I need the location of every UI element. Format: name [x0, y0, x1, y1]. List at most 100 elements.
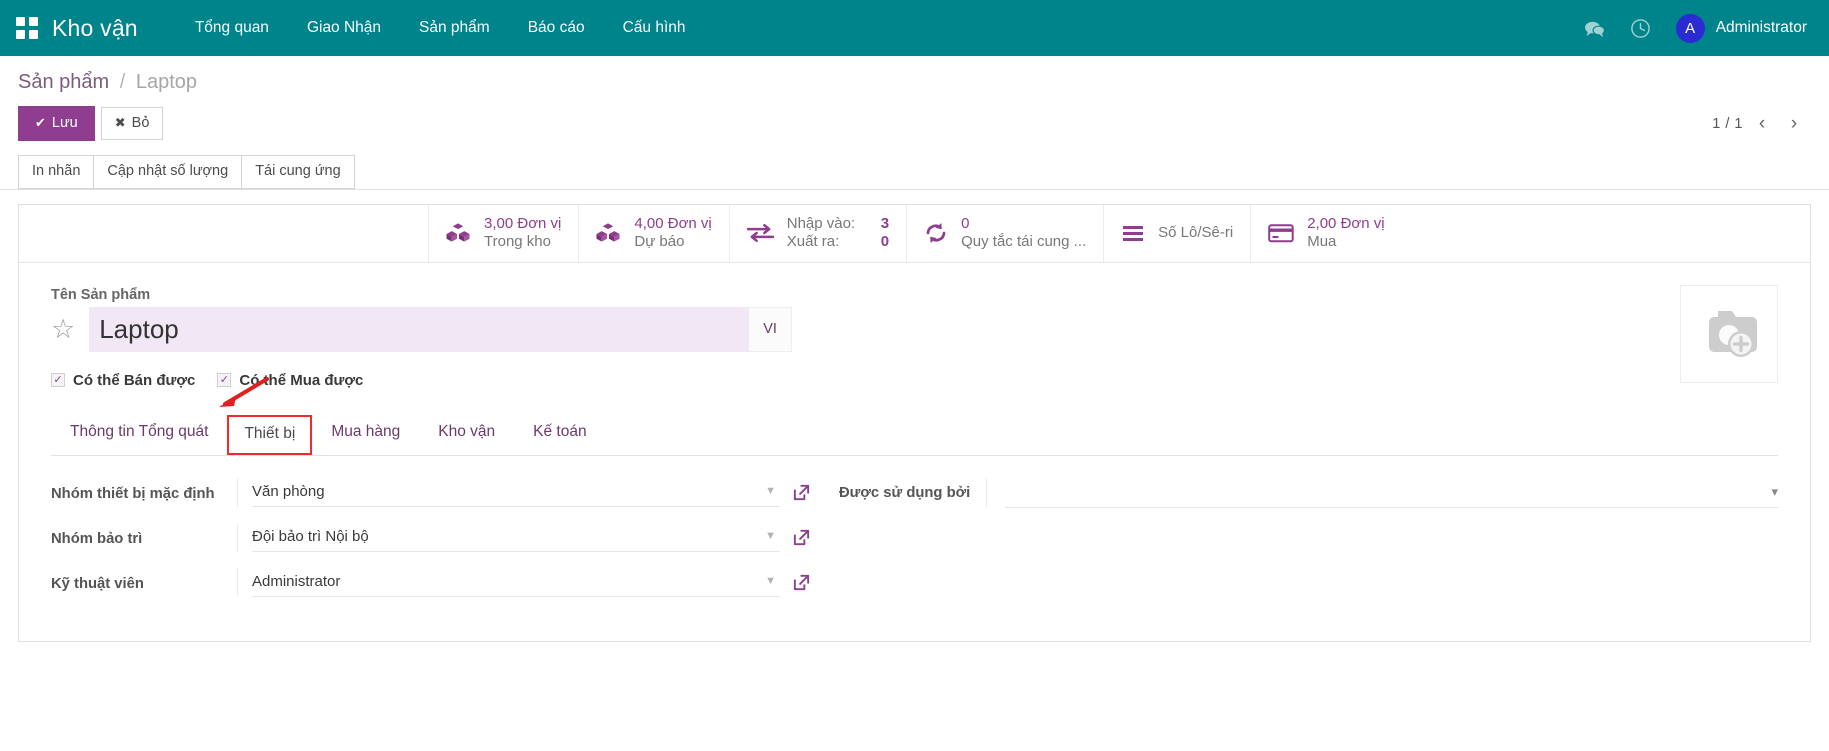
field-label-cell: Được sử dụng bởi: [839, 478, 987, 508]
stat-row-key: Xuất ra:: [787, 233, 872, 251]
stat-row-value: 3: [881, 215, 889, 233]
breadcrumb-root[interactable]: Sản phẩm: [18, 71, 109, 93]
many2one-control[interactable]: Văn phòng ▼: [252, 478, 780, 507]
save-button[interactable]: ✔ Lưu: [18, 106, 95, 141]
stat-row-out: Xuất ra: 0: [787, 233, 889, 251]
product-image-placeholder[interactable]: [1680, 285, 1778, 383]
stat-text: 2,00 Đơn vị Mua: [1307, 215, 1384, 252]
breadcrumb-row: Sản phẩm / Laptop: [18, 70, 1811, 96]
stat-button-in-out[interactable]: Nhập vào: 3 Xuất ra: 0: [730, 205, 907, 262]
field-value-cell: ▾: [1005, 478, 1778, 508]
field-label: Kỹ thuật viên: [51, 568, 237, 595]
tab-thiet-bi[interactable]: Thiết bị: [227, 415, 312, 455]
chevron-left-icon[interactable]: ‹: [1749, 111, 1775, 137]
menu-item-tong-quan[interactable]: Tổng quan: [176, 1, 288, 55]
replenish-button[interactable]: Tái cung ứng: [241, 155, 354, 188]
caret-down-icon[interactable]: ▼: [765, 485, 776, 497]
times-icon: ✖: [115, 115, 126, 130]
tab-thong-tin-tong-quat[interactable]: Thông tin Tổng quát: [51, 411, 227, 455]
field-value-cell: Administrator ▼: [237, 568, 811, 597]
many2one-control[interactable]: Đội bảo trì Nội bộ ▼: [252, 523, 780, 552]
field-label: Nhóm bảo trì: [51, 523, 237, 550]
stat-button-on-hand[interactable]: 3,00 Đơn vị Trong kho: [429, 205, 579, 262]
refresh-icon: [924, 222, 948, 244]
field-value: Văn phòng: [252, 483, 759, 500]
checkbox-label: Có thể Bán được: [73, 372, 195, 389]
stat-row-key: Nhập vào:: [787, 215, 872, 233]
used-by-select[interactable]: ▾: [1005, 478, 1778, 508]
stat-button-reordering-rules[interactable]: 0 Quy tắc tái cung ...: [907, 205, 1104, 262]
breadcrumb: Sản phẩm / Laptop: [18, 70, 197, 96]
discard-button[interactable]: ✖ Bỏ: [101, 107, 164, 140]
credit-card-icon: [1268, 223, 1294, 243]
stat-button-purchased[interactable]: 2,00 Đơn vị Mua: [1251, 205, 1401, 262]
product-name-input[interactable]: [89, 307, 749, 352]
print-label-button[interactable]: In nhãn: [18, 155, 94, 188]
menu-item-giao-nhan[interactable]: Giao Nhận: [288, 1, 400, 55]
chat-bubble-icon[interactable]: [1584, 17, 1606, 39]
app-brand-title[interactable]: Kho vận: [52, 15, 138, 42]
external-link-icon[interactable]: [792, 483, 811, 502]
checkbox-label: Có thể Mua được: [239, 372, 363, 389]
many2one-control[interactable]: Administrator ▼: [252, 568, 780, 597]
menu-item-cau-hinh[interactable]: Cấu hình: [604, 1, 705, 55]
record-pager: 1 / 1 ‹ ›: [1712, 111, 1811, 137]
stat-value: 3,00 Đơn vị: [484, 215, 561, 232]
update-quantity-button[interactable]: Cập nhật số lượng: [93, 155, 242, 188]
field-row-maintenance-team: Nhóm bảo trì Đội bảo trì Nội bộ ▼: [51, 523, 811, 552]
stat-value: 2,00 Đơn vị: [1307, 215, 1384, 232]
stat-label: Dự báo: [634, 233, 684, 250]
external-link-icon[interactable]: [792, 528, 811, 547]
field-row-default-equipment-category: Nhóm thiết bị mặc định Văn phòng ▼: [51, 478, 811, 507]
checkbox-can-be-purchased[interactable]: ✓ Có thể Mua được: [217, 372, 363, 389]
main-menu: Tổng quan Giao Nhận Sản phẩm Báo cáo Cấu…: [176, 1, 705, 55]
caret-down-icon[interactable]: ▼: [765, 530, 776, 542]
menu-item-san-pham[interactable]: Sản phẩm: [400, 1, 509, 55]
caret-down-icon[interactable]: ▼: [765, 575, 776, 587]
field-label: Nhóm thiết bị mặc định: [51, 478, 237, 505]
user-name-label: Administrator: [1716, 19, 1807, 37]
navbar-right-area: A Administrator: [1584, 14, 1807, 43]
check-icon: ✔: [35, 115, 46, 130]
discard-button-label: Bỏ: [132, 115, 150, 131]
breadcrumb-current: Laptop: [136, 71, 197, 93]
language-badge[interactable]: VI: [749, 307, 792, 352]
star-outline-icon[interactable]: ☆: [51, 316, 75, 343]
avatar: A: [1676, 14, 1705, 43]
chevron-right-icon[interactable]: ›: [1781, 111, 1807, 137]
checkbox-checked-icon: ✓: [51, 373, 65, 387]
checkbox-can-be-sold[interactable]: ✓ Có thể Bán được: [51, 372, 195, 389]
stat-text: Số Lô/Sê-ri: [1158, 224, 1233, 242]
save-discard-row: ✔ Lưu ✖ Bỏ 1 / 1 ‹ ›: [18, 106, 1811, 141]
tab-mua-hang[interactable]: Mua hàng: [312, 411, 419, 455]
clock-icon[interactable]: [1630, 17, 1652, 39]
exchange-arrows-icon: [747, 223, 774, 243]
stat-row-value: 0: [881, 233, 889, 251]
stat-button-lot-serial[interactable]: Số Lô/Sê-ri: [1104, 205, 1251, 262]
stat-button-forecasted[interactable]: 4,00 Đơn vị Dự báo: [579, 205, 729, 262]
apps-grid-icon[interactable]: [16, 17, 38, 39]
camera-add-icon: [1694, 302, 1764, 366]
field-value-cell: Đội bảo trì Nội bộ ▼: [237, 523, 811, 552]
external-link-icon[interactable]: [792, 573, 811, 592]
field-row-used-by: Được sử dụng bởi ▾: [839, 478, 1778, 508]
menu-item-bao-cao[interactable]: Báo cáo: [509, 1, 604, 55]
tab-kho-van[interactable]: Kho vận: [419, 411, 514, 455]
stat-bar-spacer: [19, 205, 429, 262]
field-value-cell: Văn phòng ▼: [237, 478, 811, 507]
form-sheet: 3,00 Đơn vị Trong kho: [18, 204, 1811, 642]
product-name-label: Tên Sản phẩm: [51, 287, 871, 303]
tab-ke-toan[interactable]: Kế toán: [514, 411, 605, 455]
breadcrumb-separator: /: [120, 71, 126, 93]
form-body: Tên Sản phẩm ☆ VI ✓ Có thể Bán được ✓ Có…: [19, 263, 1810, 641]
notebook-tabs: Thông tin Tổng quát Thiết bị Mua hàng Kh…: [51, 411, 1778, 456]
product-flags-row: ✓ Có thể Bán được ✓ Có thể Mua được: [51, 372, 1778, 389]
save-button-label: Lưu: [52, 115, 78, 131]
field-row-technician: Kỹ thuật viên Administrator ▼: [51, 568, 811, 597]
cubes-icon: [446, 222, 471, 244]
field-value: Administrator: [252, 573, 759, 590]
stat-text: 0 Quy tắc tái cung ...: [961, 215, 1086, 252]
chevron-down-icon[interactable]: ▾: [1771, 484, 1778, 500]
user-menu[interactable]: A Administrator: [1676, 14, 1807, 43]
stat-rows: Nhập vào: 3 Xuất ra: 0: [787, 215, 889, 252]
